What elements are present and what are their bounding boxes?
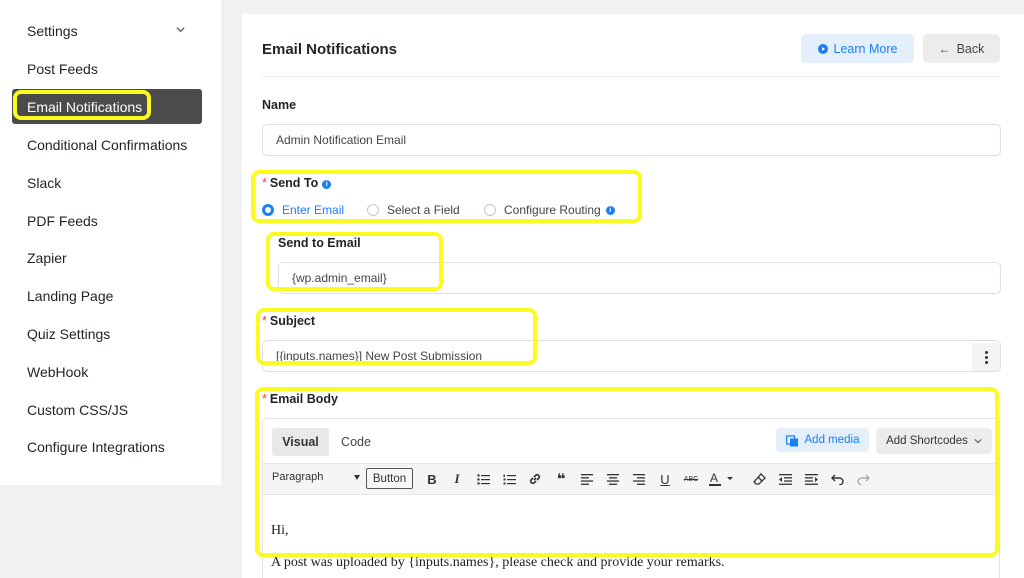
subject-label: * Subject bbox=[262, 314, 315, 328]
redo-icon[interactable] bbox=[855, 471, 871, 487]
tab-code[interactable]: Code bbox=[333, 428, 379, 456]
sidebar-item-settings[interactable]: Settings bbox=[27, 23, 78, 39]
radio-enter-email[interactable]: Enter Email bbox=[262, 203, 344, 217]
back-arrow-icon: ← bbox=[938, 41, 951, 56]
info-icon[interactable]: i bbox=[322, 180, 332, 189]
italic-icon[interactable]: I bbox=[449, 471, 465, 487]
chevron-down-icon bbox=[974, 439, 982, 444]
email-notification-panel: Email Notifications Learn More ← Back Na… bbox=[242, 14, 1024, 578]
email-body-editor: Visual Code Add media Add Shortcodes Par… bbox=[262, 418, 1000, 578]
sidebar-item-email-notifications[interactable]: Email Notifications bbox=[12, 89, 202, 124]
sidebar-item-label: Zapier bbox=[27, 250, 67, 266]
add-shortcodes-label: Add Shortcodes bbox=[886, 435, 968, 447]
undo-icon[interactable] bbox=[829, 471, 845, 487]
email-body-line[interactable]: A post was uploaded by {inputs.names}, p… bbox=[271, 555, 725, 571]
sidebar-item-label: Email Notifications bbox=[27, 99, 143, 115]
more-options-icon[interactable] bbox=[972, 343, 1000, 371]
outdent-icon[interactable] bbox=[777, 471, 793, 487]
indent-icon[interactable] bbox=[803, 471, 819, 487]
email-body-label-text: Email Body bbox=[269, 392, 338, 406]
sidebar-item-label: Conditional Confirmations bbox=[27, 137, 188, 153]
subject-field[interactable]: [{inputs.names}] New Post Submission bbox=[262, 340, 1001, 372]
sidebar-item-landing-page[interactable]: Landing Page bbox=[27, 288, 113, 304]
strikethrough-icon[interactable]: ABC bbox=[683, 471, 699, 487]
sidebar-item-configure-integrations[interactable]: Configure Integrations bbox=[27, 439, 165, 455]
bullet-list-icon[interactable] bbox=[475, 471, 491, 487]
radio-label: Select a Field bbox=[387, 203, 460, 217]
name-field-value: Admin Notification Email bbox=[276, 133, 407, 147]
numbered-list-icon[interactable] bbox=[501, 471, 517, 487]
sidebar-item-label: Landing Page bbox=[27, 288, 114, 304]
back-button[interactable]: ← Back bbox=[923, 34, 1000, 63]
align-right-icon[interactable] bbox=[631, 471, 647, 487]
send-to-email-field[interactable]: {wp.admin_email} bbox=[278, 262, 1001, 294]
name-label: Name bbox=[262, 98, 297, 112]
editor-toolbar: Paragraph Button B I ❝ U ABC A bbox=[263, 463, 999, 495]
sidebar-item-slack[interactable]: Slack bbox=[27, 175, 61, 191]
add-shortcodes-dropdown[interactable]: Add Shortcodes bbox=[876, 428, 992, 454]
send-to-label: * Send To i bbox=[262, 176, 332, 190]
caret-down-icon bbox=[354, 475, 360, 480]
bold-icon[interactable]: B bbox=[424, 471, 440, 487]
tab-visual[interactable]: Visual bbox=[272, 428, 329, 456]
send-to-label-text: Send To bbox=[269, 176, 319, 190]
align-left-icon[interactable] bbox=[579, 471, 595, 487]
link-icon[interactable] bbox=[527, 471, 543, 487]
page-title: Email Notifications bbox=[262, 41, 398, 58]
subject-label-text: Subject bbox=[269, 314, 316, 328]
learn-more-button[interactable]: Learn More bbox=[801, 34, 914, 63]
sidebar-item-post-feeds[interactable]: Post Feeds bbox=[27, 61, 98, 77]
sidebar-item-quiz-settings[interactable]: Quiz Settings bbox=[27, 326, 110, 342]
radio-selected-icon bbox=[262, 204, 274, 216]
text-color-icon[interactable]: A bbox=[709, 471, 735, 487]
sidebar: Settings Post Feeds Email Notifications … bbox=[0, 0, 221, 485]
blockquote-icon[interactable]: ❝ bbox=[553, 470, 569, 488]
email-body-label: * Email Body bbox=[262, 392, 338, 406]
required-mark: * bbox=[262, 392, 267, 406]
learn-more-label: Learn More bbox=[833, 41, 898, 56]
chevron-down-icon[interactable] bbox=[176, 25, 185, 34]
info-icon[interactable]: i bbox=[605, 205, 615, 215]
insert-button-button[interactable]: Button bbox=[366, 468, 413, 489]
radio-label: Enter Email bbox=[282, 203, 345, 217]
sidebar-item-pdf-feeds[interactable]: PDF Feeds bbox=[27, 213, 98, 229]
required-mark: * bbox=[262, 176, 267, 190]
name-field[interactable]: Admin Notification Email bbox=[262, 124, 1001, 156]
subject-value: [{inputs.names}] New Post Submission bbox=[276, 349, 483, 363]
sidebar-item-webhook[interactable]: WebHook bbox=[27, 364, 88, 380]
svg-text:A: A bbox=[710, 471, 718, 485]
paragraph-format-value: Paragraph bbox=[272, 471, 324, 483]
radio-label: Configure Routing bbox=[504, 203, 601, 217]
clear-formatting-icon[interactable] bbox=[751, 471, 767, 487]
sidebar-item-conditional-confirmations[interactable]: Conditional Confirmations bbox=[27, 137, 187, 153]
send-to-email-label: Send to Email bbox=[278, 236, 361, 250]
send-to-email-value: {wp.admin_email} bbox=[292, 271, 387, 285]
sidebar-item-custom-css-js[interactable]: Custom CSS/JS bbox=[27, 402, 128, 418]
sidebar-item-label: Post Feeds bbox=[27, 61, 98, 77]
media-icon bbox=[785, 434, 798, 446]
sidebar-item-zapier[interactable]: Zapier bbox=[27, 250, 67, 266]
paragraph-format-select[interactable]: Paragraph bbox=[272, 471, 360, 483]
radio-configure-routing[interactable]: Configure Routing i bbox=[484, 203, 615, 217]
sidebar-item-label: Custom CSS/JS bbox=[27, 402, 129, 418]
radio-unselected-icon bbox=[367, 204, 379, 216]
sidebar-item-label: WebHook bbox=[27, 364, 89, 380]
play-icon bbox=[817, 43, 828, 54]
underline-icon[interactable]: U bbox=[657, 471, 673, 487]
add-media-button[interactable]: Add media bbox=[776, 428, 869, 452]
add-media-label: Add media bbox=[804, 434, 860, 446]
align-center-icon[interactable] bbox=[605, 471, 621, 487]
sidebar-item-label: Settings bbox=[27, 23, 78, 39]
radio-select-a-field[interactable]: Select a Field bbox=[367, 203, 460, 217]
sidebar-item-label: Configure Integrations bbox=[27, 439, 165, 455]
required-mark: * bbox=[262, 314, 267, 328]
header-divider bbox=[262, 76, 1000, 77]
radio-unselected-icon bbox=[484, 204, 496, 216]
email-body-line[interactable]: Hi, bbox=[271, 523, 289, 539]
back-label: Back bbox=[956, 41, 985, 56]
sidebar-item-label: Quiz Settings bbox=[27, 326, 111, 342]
sidebar-item-label: PDF Feeds bbox=[27, 213, 98, 229]
sidebar-item-label: Slack bbox=[27, 175, 62, 191]
